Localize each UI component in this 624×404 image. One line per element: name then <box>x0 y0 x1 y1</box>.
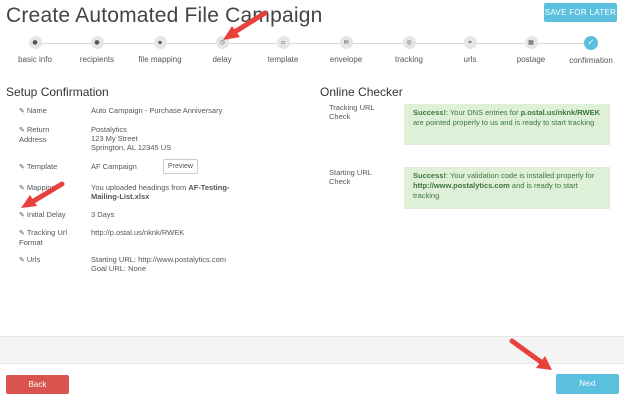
address-line: 123 My Street <box>91 134 138 143</box>
success-label: Success! <box>413 171 446 180</box>
page-title: Create Automated File Campaign <box>6 4 323 27</box>
preview-button[interactable]: Preview <box>163 159 198 174</box>
mapping-text: You uploaded headings from <box>91 183 189 192</box>
edit-icon[interactable]: ✎ <box>19 126 25 134</box>
row-key: Mapping <box>26 183 56 192</box>
footer-band <box>0 336 624 364</box>
check-icon: ✓ <box>584 36 598 50</box>
dns-entry: p.ostal.us/nknk/RWEK <box>520 108 601 117</box>
link-icon: ⚭ <box>463 36 477 49</box>
back-button[interactable]: Back <box>6 375 69 394</box>
step-label: confirmation <box>569 56 613 65</box>
row-key: Name <box>26 106 47 115</box>
goal-url: Goal URL: None <box>91 264 147 273</box>
edit-icon[interactable]: ✎ <box>19 256 25 264</box>
alert-text: are pointed properly to us and is ready … <box>413 118 595 127</box>
online-checker-heading: Online Checker <box>320 85 403 99</box>
document-icon: ▫ <box>276 36 290 49</box>
row-key: Template <box>26 162 58 171</box>
success-label: Success! <box>413 108 446 117</box>
file-icon: ▪ <box>153 36 167 49</box>
tracking-url-success-alert: Success!: Your DNS entries for p.ostal.u… <box>404 104 610 145</box>
row-value: Auto Campaign - Purchase Anniversary <box>91 106 223 115</box>
person-icon: ● <box>28 36 42 49</box>
target-icon: ◎ <box>402 36 416 49</box>
row-value: AF Campaign <box>91 162 137 171</box>
step-confirmation[interactable]: ✓ confirmation <box>551 36 624 65</box>
validated-url: http://www.postalytics.com <box>413 181 510 190</box>
envelope-icon: ✉ <box>339 36 353 49</box>
row-key: Tracking Url Format <box>19 228 68 247</box>
clock-icon: ◷ <box>215 36 229 49</box>
edit-icon[interactable]: ✎ <box>19 229 25 237</box>
address-line: Springton, AL 12345 US <box>91 143 172 152</box>
edit-icon[interactable]: ✎ <box>19 184 25 192</box>
users-icon: ● <box>90 36 104 49</box>
starting-url-success-alert: Success!: Your validation code is instal… <box>404 167 610 209</box>
row-value: 3 Days <box>91 210 115 219</box>
address-line: Postalytics <box>91 125 127 134</box>
save-for-later-button[interactable]: SAVE FOR LATER <box>544 3 617 22</box>
edit-icon[interactable]: ✎ <box>19 107 25 115</box>
alert-text: : Your DNS entries for <box>445 108 521 117</box>
starting-url-check-label: Starting URL Check <box>329 168 372 186</box>
stamp-icon: ▦ <box>524 36 538 49</box>
row-key: Initial Delay <box>26 210 66 219</box>
edit-icon[interactable]: ✎ <box>19 163 25 171</box>
setup-confirmation-heading: Setup Confirmation <box>6 85 109 99</box>
row-key: Urls <box>26 255 41 264</box>
edit-icon[interactable]: ✎ <box>19 211 25 219</box>
next-button[interactable]: Next <box>556 374 619 394</box>
alert-text: : Your validation code is installed prop… <box>445 171 595 180</box>
tracking-url-check-label: Tracking URL Check <box>329 103 375 121</box>
row-value: http://p.ostal.us/nknk/RWEK <box>91 228 185 237</box>
starting-url: Starting URL: http://www.postalytics.com <box>91 255 227 264</box>
